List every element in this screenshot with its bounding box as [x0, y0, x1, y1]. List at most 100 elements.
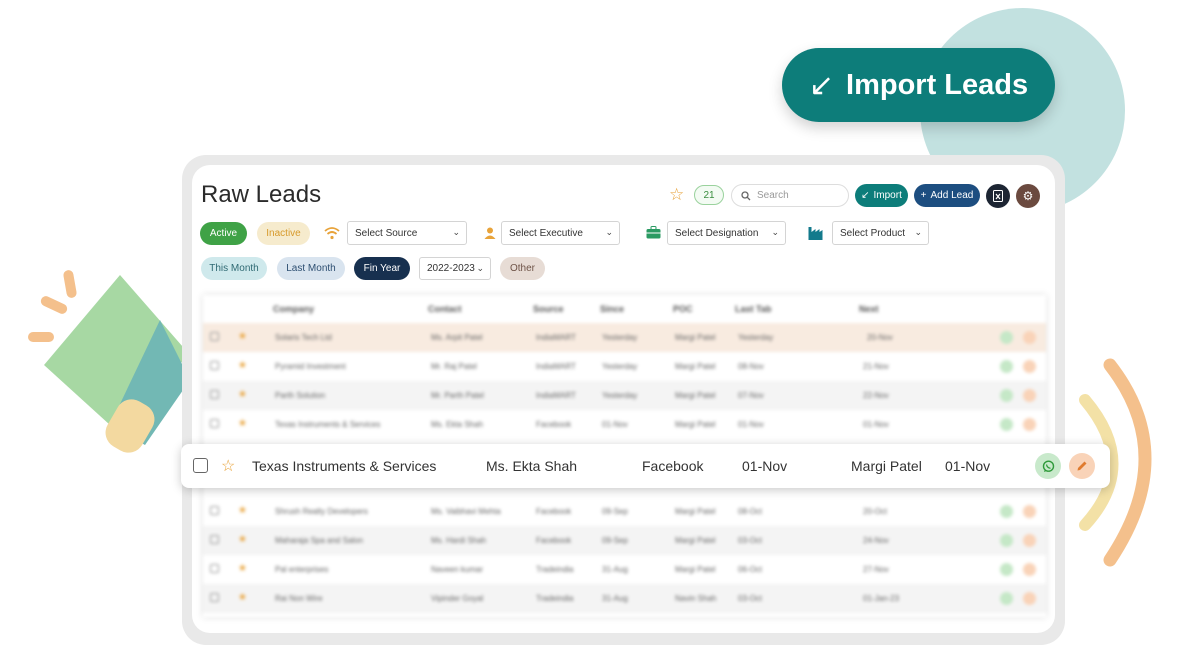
- edit-icon[interactable]: [1023, 418, 1036, 431]
- product-select-value: Select Product: [840, 227, 906, 239]
- starred-count-badge[interactable]: 21: [694, 185, 724, 205]
- highlighted-lead-row[interactable]: ☆ Texas Instruments & Services Ms. Ekta …: [181, 444, 1110, 488]
- edit-button[interactable]: [1069, 453, 1095, 479]
- col-contact[interactable]: Contact: [428, 304, 462, 314]
- period-this-month[interactable]: This Month: [201, 257, 267, 280]
- edit-icon[interactable]: [1023, 331, 1036, 344]
- product-select[interactable]: Select Product ⌄: [832, 221, 929, 245]
- edit-icon[interactable]: [1023, 389, 1036, 402]
- cell-company: Texas Instruments & Services: [275, 420, 381, 429]
- search-input[interactable]: Search: [731, 184, 849, 207]
- table-row[interactable]: ★ Maharaja Spa and Salon Ms. Hardi Shah …: [203, 526, 1046, 555]
- edit-icon[interactable]: [1023, 360, 1036, 373]
- col-next[interactable]: Next: [859, 304, 879, 314]
- cell-source: Tradeindia: [536, 565, 574, 574]
- import-leads-label: Import Leads: [846, 68, 1029, 101]
- cell-since: Yesterday: [602, 333, 638, 342]
- star-icon[interactable]: ★: [238, 418, 247, 429]
- cell-last-tab: 03-Oct: [738, 594, 763, 603]
- row-checkbox[interactable]: [210, 419, 219, 428]
- col-source[interactable]: Source: [533, 304, 564, 314]
- whatsapp-icon[interactable]: [1000, 592, 1013, 605]
- edit-icon[interactable]: [1023, 592, 1036, 605]
- table-row[interactable]: ★ Texas Instruments & Services Ms. Ekta …: [203, 410, 1046, 439]
- table-row[interactable]: ★ Shrush Realty Developers Ms. Vaibhavi …: [203, 497, 1046, 526]
- search-icon: [741, 190, 751, 200]
- star-icon[interactable]: ☆: [669, 185, 684, 205]
- cell-since: 01-Nov: [602, 420, 628, 429]
- col-poc[interactable]: POC: [673, 304, 693, 314]
- cell-since: Yesterday: [602, 391, 638, 400]
- row-checkbox[interactable]: [210, 564, 219, 573]
- settings-button[interactable]: ⚙: [1016, 184, 1040, 208]
- import-button[interactable]: ↙ Import: [855, 184, 908, 207]
- star-icon[interactable]: ★: [238, 563, 247, 574]
- star-icon[interactable]: ★: [238, 534, 247, 545]
- star-icon[interactable]: ★: [238, 389, 247, 400]
- cell-contact: Naveen kumar: [431, 565, 484, 574]
- gear-icon: ⚙: [1022, 189, 1034, 203]
- filter-active[interactable]: Active: [200, 222, 247, 245]
- col-company[interactable]: Company: [273, 304, 314, 314]
- whatsapp-icon[interactable]: [1000, 360, 1013, 373]
- cell-since: Yesterday: [602, 362, 638, 371]
- table-row[interactable]: ★ Pal enterprises Naveen kumar Tradeindi…: [203, 555, 1046, 584]
- row-checkbox[interactable]: [193, 458, 208, 473]
- add-lead-button[interactable]: + Add Lead: [914, 184, 980, 207]
- period-fin-year[interactable]: Fin Year: [354, 257, 410, 280]
- period-other[interactable]: Other: [500, 257, 545, 280]
- whatsapp-icon[interactable]: [1000, 563, 1013, 576]
- cell-contact: Ms. Vaibhavi Mehta: [431, 507, 501, 516]
- cell-source: Facebook: [536, 420, 572, 429]
- whatsapp-icon[interactable]: [1000, 331, 1013, 344]
- cell-contact: Ms. Ekta Shah: [431, 420, 484, 429]
- cell-company: Pyramid Investment: [275, 362, 346, 371]
- period-last-month[interactable]: Last Month: [277, 257, 345, 280]
- arrow-down-left-icon: ↙: [808, 68, 835, 102]
- chevron-down-icon: ⌄: [771, 227, 779, 237]
- table-row[interactable]: ★ Parth Solution Mr. Parth Patel IndiaMA…: [203, 381, 1046, 410]
- whatsapp-icon[interactable]: [1000, 534, 1013, 547]
- cell-company: Maharaja Spa and Salon: [275, 536, 364, 545]
- whatsapp-icon[interactable]: [1000, 418, 1013, 431]
- edit-icon[interactable]: [1023, 534, 1036, 547]
- table-row[interactable]: ★ Rai Non Wire Vipinder Goyal Tradeindia…: [203, 584, 1046, 613]
- table-row[interactable]: ★ Pyramid Investment Mr. Raj Patel India…: [203, 352, 1046, 381]
- row-checkbox[interactable]: [210, 332, 219, 341]
- edit-icon[interactable]: [1023, 563, 1036, 576]
- briefcase-icon: [646, 226, 661, 239]
- search-placeholder: Search: [757, 190, 789, 201]
- cell-contact: Ms. Ekta Shah: [486, 458, 578, 474]
- cell-last-tab: 07-Nov: [738, 391, 764, 400]
- col-last-tab[interactable]: Last Tab: [735, 304, 771, 314]
- row-checkbox[interactable]: [210, 390, 219, 399]
- cell-next: 22-Nov: [863, 391, 889, 400]
- row-checkbox[interactable]: [210, 361, 219, 370]
- table-row[interactable]: ★ Solaris Tech Ltd Ms. Arpit Patel India…: [203, 323, 1046, 352]
- star-icon[interactable]: ☆: [221, 456, 235, 476]
- row-checkbox[interactable]: [210, 535, 219, 544]
- cell-next: 21-Nov: [863, 362, 889, 371]
- cell-source: Facebook: [536, 536, 572, 545]
- whatsapp-button[interactable]: [1035, 453, 1061, 479]
- whatsapp-icon: [1042, 459, 1054, 472]
- executive-select[interactable]: Select Executive ⌄: [501, 221, 620, 245]
- edit-icon[interactable]: [1023, 505, 1036, 518]
- whatsapp-icon[interactable]: [1000, 505, 1013, 518]
- year-select[interactable]: 2022-2023 ⌄: [419, 257, 491, 280]
- source-select[interactable]: Select Source ⌄: [347, 221, 467, 245]
- star-icon[interactable]: ★: [238, 592, 247, 603]
- star-icon[interactable]: ★: [238, 360, 247, 371]
- whatsapp-icon[interactable]: [1000, 389, 1013, 402]
- designation-select[interactable]: Select Designation ⌄: [667, 221, 786, 245]
- star-icon[interactable]: ★: [238, 331, 247, 342]
- add-lead-label: Add Lead: [930, 190, 974, 201]
- row-checkbox[interactable]: [210, 506, 219, 515]
- excel-export-button[interactable]: [986, 184, 1010, 208]
- col-since[interactable]: Since: [600, 304, 624, 314]
- import-leads-banner[interactable]: ↙ Import Leads: [782, 48, 1055, 122]
- star-icon[interactable]: ★: [238, 505, 247, 516]
- row-checkbox[interactable]: [210, 593, 219, 602]
- cell-poc: Margi Patel: [675, 362, 716, 371]
- filter-inactive[interactable]: Inactive: [257, 222, 310, 245]
